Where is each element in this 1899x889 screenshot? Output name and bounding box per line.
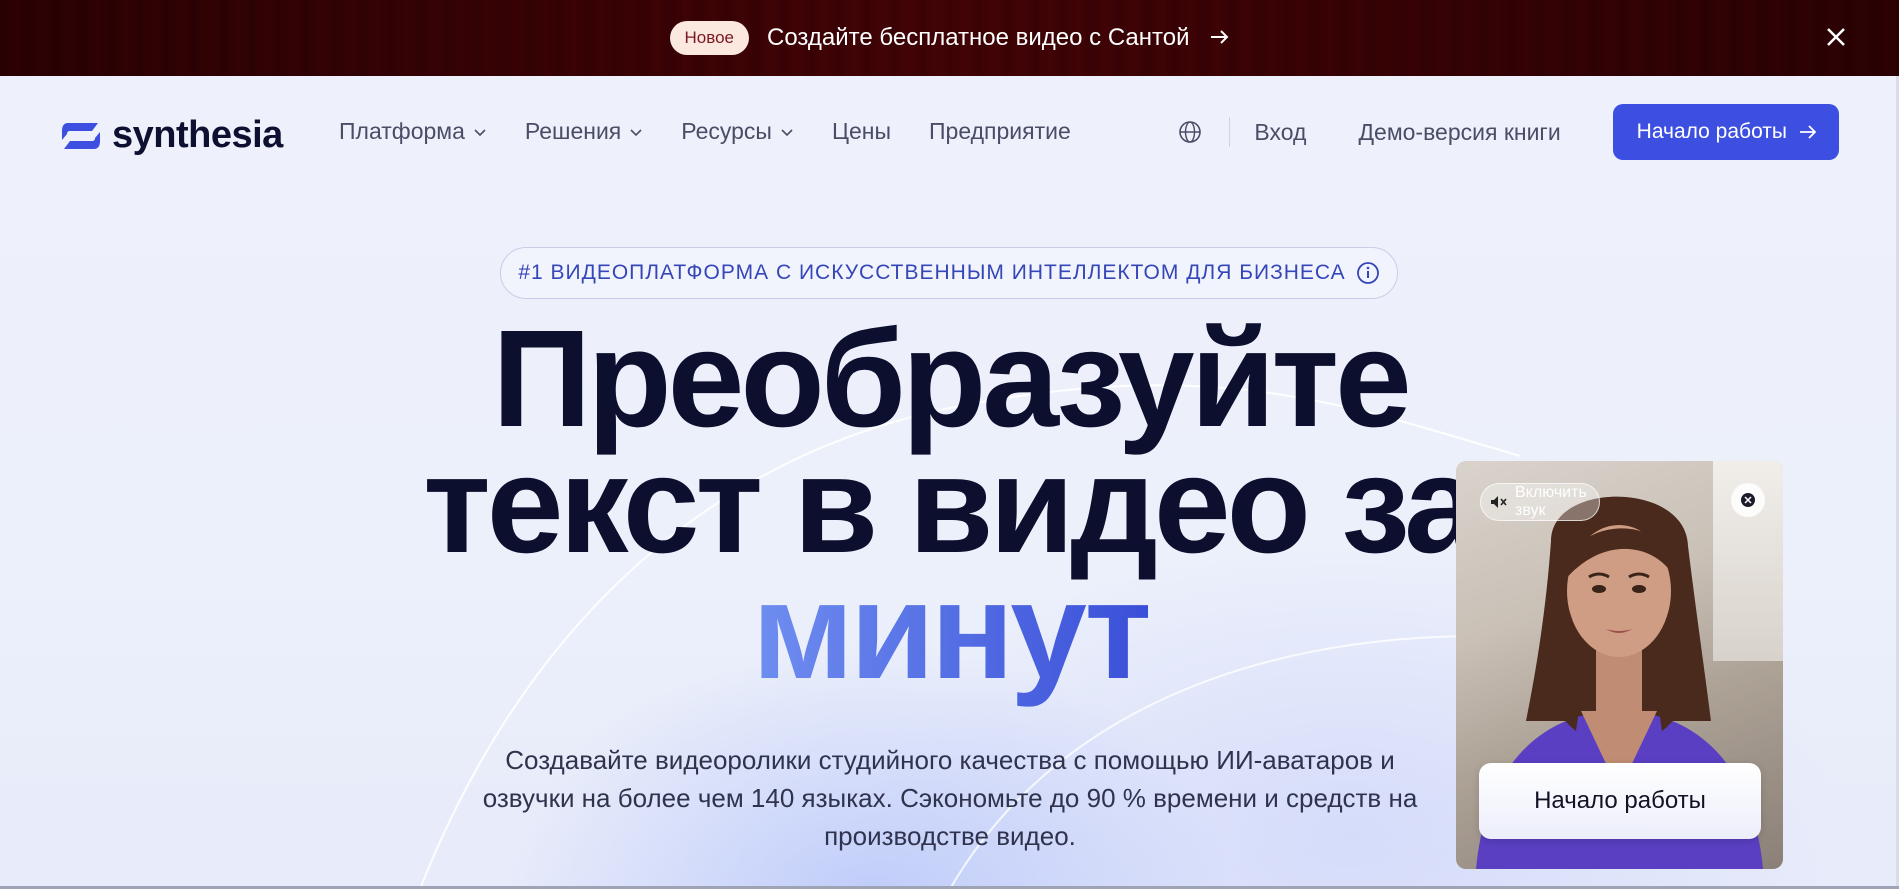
nav-item-label: Платформа [339, 118, 465, 144]
chevron-down-icon [781, 128, 793, 136]
info-icon[interactable] [1356, 261, 1380, 285]
main-page: synthesia Платформа Решения Ресурсы Цены [0, 76, 1899, 889]
promo-banner: Новое Создайте бесплатное видео с Сантой [0, 0, 1899, 76]
nav-item-platform[interactable]: Платформа [339, 118, 487, 145]
get-started-button[interactable]: Начало работы [1612, 104, 1839, 160]
promo-text[interactable]: Создайте бесплатное видео с Сантой [767, 24, 1190, 52]
hero-title-accent: минут [751, 554, 1152, 708]
synthesia-logo[interactable]: synthesia [60, 114, 283, 157]
promo-close-button[interactable] [1819, 20, 1853, 54]
nav-item-resources[interactable]: Ресурсы [681, 118, 794, 145]
avatar-video-widget[interactable]: Включить звук Начало работы [1456, 461, 1783, 869]
arrow-right-icon [1210, 24, 1230, 52]
chevron-down-icon [474, 128, 486, 136]
hero-subtitle: Создавайте видеоролики студийного качест… [482, 745, 1418, 851]
close-icon [1827, 28, 1845, 46]
close-icon [1741, 493, 1755, 507]
logo-text: synthesia [112, 114, 283, 156]
video-get-started-button[interactable]: Начало работы [1479, 763, 1761, 839]
video-close-button[interactable] [1731, 483, 1765, 517]
muted-speaker-icon [1491, 496, 1507, 508]
nav-item-pricing[interactable]: Цены [832, 118, 891, 145]
promo-link[interactable]: Новое Создайте бесплатное видео с Сантой [669, 21, 1230, 55]
unmute-label: Включить звук [1515, 484, 1587, 519]
unmute-button[interactable]: Включить звук [1480, 483, 1600, 521]
hero-title: Преобразуйте текст в видео за минут [380, 310, 1520, 700]
hero-badge-text: #1 ВИДЕОПЛАТФОРМА С ИСКУССТВЕННЫМ ИНТЕЛЛ… [518, 261, 1346, 284]
nav-item-label: Ресурсы [681, 118, 772, 144]
nav-item-enterprise[interactable]: Предприятие [929, 118, 1071, 145]
book-demo-link[interactable]: Демо-версия книги [1358, 119, 1560, 146]
logo-mark-icon [62, 122, 100, 149]
nav-actions: Вход Демо-версия книги Начало работы [1177, 104, 1839, 160]
chevron-down-icon [630, 128, 642, 136]
nav-item-label: Цены [831, 118, 891, 144]
login-link[interactable]: Вход [1254, 119, 1306, 146]
hero-badge: #1 ВИДЕОПЛАТФОРМА С ИСКУССТВЕННЫМ ИНТЕЛЛ… [500, 247, 1398, 299]
globe-icon[interactable] [1177, 119, 1203, 145]
new-badge: Новое [669, 21, 749, 55]
top-navigation: synthesia Платформа Решения Ресурсы Цены [0, 76, 1899, 186]
nav-item-label: Предприятие [929, 118, 1071, 144]
nav-item-solutions[interactable]: Решения [525, 118, 643, 145]
get-started-label: Начало работы [1636, 120, 1787, 143]
arrow-right-icon [1800, 125, 1817, 139]
nav-divider [1229, 117, 1231, 147]
nav-menu: Платформа Решения Ресурсы Цены Предприят… [339, 118, 1071, 145]
nav-item-label: Решения [524, 118, 622, 144]
